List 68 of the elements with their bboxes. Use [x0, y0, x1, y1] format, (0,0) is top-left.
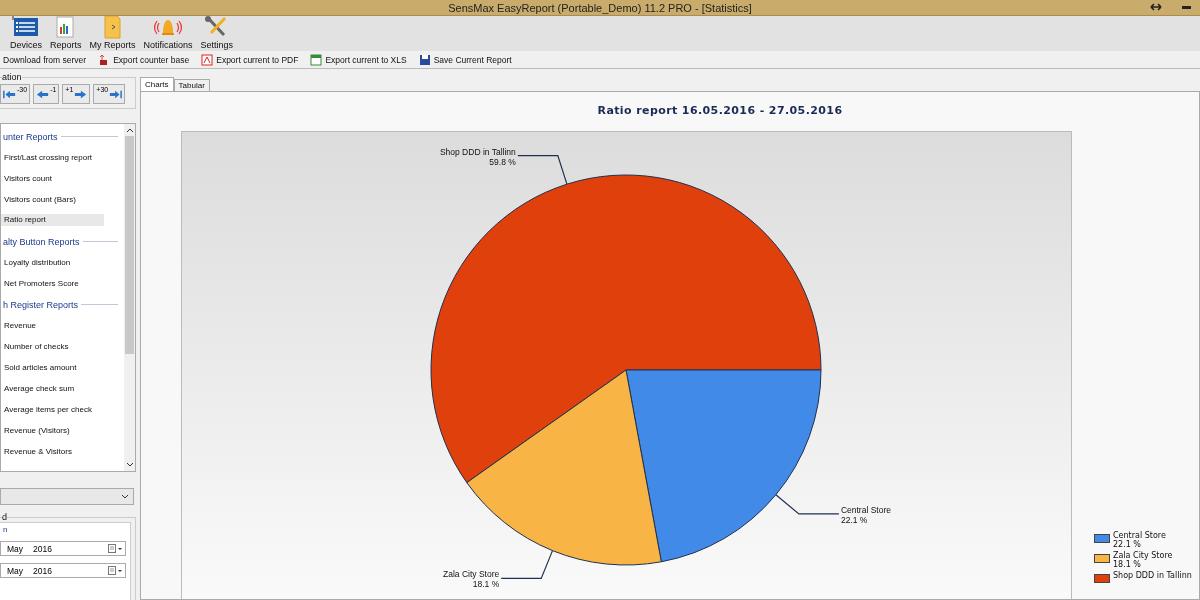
legend-label: Shop DDD in Tallinn: [1113, 571, 1192, 580]
report-item[interactable]: Revenue: [1, 315, 104, 336]
toolbar-button[interactable]: Devices: [8, 15, 44, 51]
command-button[interactable]: Export counter base: [97, 53, 191, 66]
report-item[interactable]: Average items per check: [1, 399, 104, 420]
slice-label: Shop DDD in Tallinn: [439, 146, 516, 157]
report-item[interactable]: Loyalty distribution: [1, 252, 104, 273]
toolbar-button[interactable]: Notifications: [141, 15, 195, 51]
scrollbar[interactable]: [124, 124, 135, 471]
toolbar-button[interactable]: Reports: [48, 15, 84, 51]
report-item[interactable]: Net Promoters Score: [1, 273, 104, 294]
calendar-icon: [108, 566, 122, 575]
down-caret-icon: [125, 462, 134, 468]
group-header: h Register Reports: [3, 299, 79, 310]
legend-label: Zala City Store: [1113, 551, 1173, 560]
toolbar-button[interactable]: Settings: [198, 15, 236, 51]
slice-label: Zala City Store: [443, 569, 500, 580]
report-item[interactable]: Revenue & Visitors: [1, 441, 104, 462]
scroll-thumb[interactable]: [125, 136, 134, 354]
group-header: alty Button Reports: [3, 236, 80, 247]
up-caret-icon: [125, 127, 134, 133]
calendar-icon: [108, 544, 122, 553]
date-field[interactable]: May 2016: [0, 541, 126, 556]
report-item[interactable]: Visitors count: [1, 168, 104, 189]
leader-line: [775, 494, 840, 515]
minimize-button[interactable]: [1181, 4, 1192, 10]
resize-button[interactable]: [1149, 2, 1163, 12]
minimize-icon: [1182, 5, 1191, 9]
window-title: SensMax EasyReport (Portable_Demo) 11.2 PRO - [Statistics]: [448, 1, 752, 14]
tab[interactable]: Tabular: [173, 79, 210, 91]
slice-percent: 22.1 %: [840, 514, 868, 525]
double-arrow-icon: [1150, 3, 1162, 11]
group-label: ation: [2, 72, 22, 82]
chart-title: Ratio report 16.05.2016 - 27.05.2016: [596, 103, 844, 119]
list-window-icon: [12, 15, 40, 39]
report-item[interactable]: Visitors count (Bars): [1, 189, 104, 210]
leader-line: [500, 550, 554, 579]
report-item[interactable]: Ratio report: [1, 214, 104, 226]
legend-percent: 18.1 %: [1113, 560, 1141, 569]
skip-right-icon: [109, 89, 123, 99]
slice-label: Central Store: [840, 504, 891, 515]
report-item[interactable]: Average check sum: [1, 378, 104, 399]
slice-percent: 18.1 %: [472, 579, 500, 590]
group-header: unter Reports: [3, 131, 58, 142]
skip-left-icon: [3, 89, 16, 99]
down-caret-icon: [121, 493, 129, 500]
spreadsheet-icon: [310, 53, 323, 66]
report-item[interactable]: Number of checks: [1, 336, 104, 357]
pdf-icon: [201, 53, 214, 66]
date-field[interactable]: May 2016: [0, 563, 126, 578]
left-arrow-icon: [36, 89, 50, 99]
command-button[interactable]: Export current to PDF: [200, 53, 300, 66]
report-item[interactable]: Revenue (Visitors): [1, 420, 104, 441]
command-button[interactable]: Save Current Report: [417, 53, 513, 66]
command-button[interactable]: Download from server: [2, 54, 88, 65]
report-item[interactable]: First/Last crossing report: [1, 147, 104, 168]
slice-percent: 59.8 %: [489, 156, 516, 167]
right-arrow-icon: [74, 89, 88, 99]
command-button[interactable]: Export current to XLS: [309, 53, 408, 66]
legend-percent: 22.1 %: [1113, 540, 1142, 549]
tab[interactable]: Charts: [140, 77, 174, 91]
legend-label: Central Store: [1113, 531, 1166, 540]
leader-line: [517, 155, 568, 185]
dropdown[interactable]: [0, 488, 134, 505]
toolbar-button[interactable]: My Reports: [87, 15, 138, 51]
report-item[interactable]: Sold articles amount: [1, 357, 104, 378]
group-label: d: [2, 512, 7, 522]
panel-label: n: [2, 525, 9, 534]
